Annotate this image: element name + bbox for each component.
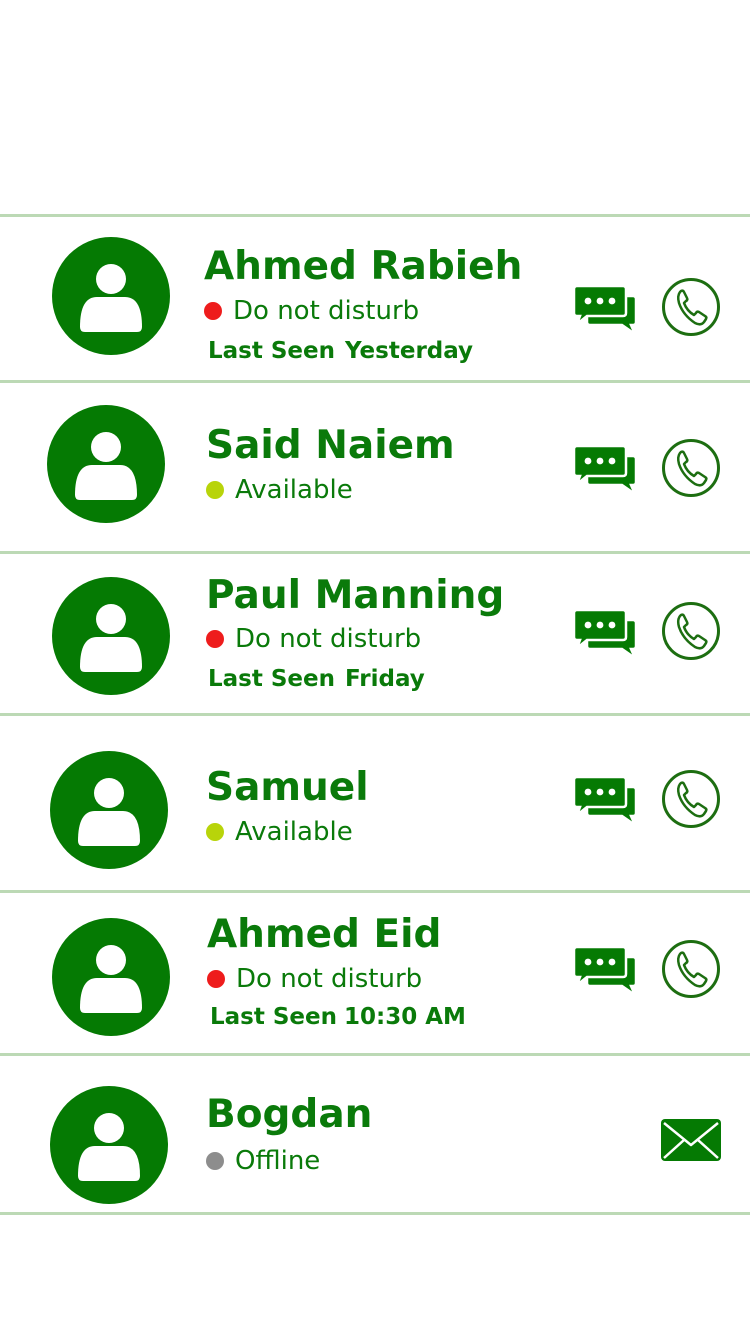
status-dot: [207, 970, 225, 988]
avatar: [52, 237, 170, 355]
phone-icon: [662, 439, 720, 497]
chat-icon: [573, 608, 637, 660]
status-text: Offline: [235, 1146, 321, 1176]
status-indicator: Do not disturb: [206, 626, 421, 652]
last-seen-label: Last Seen: [208, 338, 336, 364]
user-icon: [80, 264, 142, 332]
chat-button[interactable]: [573, 444, 637, 496]
chat-button[interactable]: [573, 608, 637, 660]
status-text: Available: [235, 817, 353, 847]
contact-name: Bogdan: [206, 1092, 373, 1137]
avatar: [52, 577, 170, 695]
status-dot: [206, 1152, 224, 1170]
contact-name: Ahmed Rabieh: [204, 244, 523, 289]
chat-icon: [573, 775, 637, 827]
contact-row-ahmed-eid[interactable]: Ahmed Eid Do not disturb Last Seen 10:30 …: [0, 893, 750, 1053]
contact-row-ahmed-rabieh[interactable]: Ahmed Rabieh Do not disturb Last Seen Yes…: [0, 217, 750, 380]
contact-name: Ahmed Eid: [207, 912, 442, 957]
status-indicator: Available: [206, 477, 353, 503]
chat-icon: [573, 945, 637, 997]
status-dot: [206, 481, 224, 499]
user-icon: [80, 604, 142, 672]
avatar: [50, 1086, 168, 1204]
status-text: Available: [235, 475, 353, 505]
status-text: Do not disturb: [235, 624, 422, 654]
status-dot: [204, 302, 222, 320]
chat-button[interactable]: [573, 284, 637, 336]
status-dot: [206, 630, 224, 648]
avatar: [47, 405, 165, 523]
chat-button[interactable]: [573, 775, 637, 827]
mail-button[interactable]: [660, 1118, 722, 1162]
user-icon: [78, 1113, 140, 1181]
last-seen-value: 10:30 AM: [344, 1004, 466, 1030]
last-seen: Last Seen 10:30 AM: [210, 1006, 466, 1029]
last-seen-label: Last Seen: [208, 666, 336, 692]
chat-button[interactable]: [573, 945, 637, 997]
status-indicator: Available: [206, 819, 353, 845]
phone-icon: [662, 940, 720, 998]
user-icon: [75, 432, 137, 500]
last-seen: Last Seen Yesterday: [208, 340, 473, 363]
contact-row-paul-manning[interactable]: Paul Manning Do not disturb Last Seen Fri…: [0, 554, 750, 713]
status-indicator: Do not disturb: [207, 966, 422, 992]
header-blank-area: [0, 0, 750, 214]
call-button[interactable]: [661, 601, 721, 661]
status-indicator: Offline: [206, 1148, 320, 1174]
user-icon: [78, 778, 140, 846]
contact-row-said-naiem[interactable]: Said Naiem Available: [0, 383, 750, 551]
mail-icon: [661, 1119, 721, 1161]
last-seen-value: Yesterday: [345, 338, 474, 364]
last-seen-value: Friday: [345, 666, 425, 692]
contact-row-samuel[interactable]: Samuel Available: [0, 716, 750, 890]
avatar: [52, 918, 170, 1036]
last-seen-label: Last Seen: [210, 1004, 338, 1030]
phone-icon: [662, 278, 720, 336]
call-button[interactable]: [661, 438, 721, 498]
status-text: Do not disturb: [233, 296, 420, 326]
status-indicator: Do not disturb: [204, 298, 419, 324]
chat-icon: [573, 444, 637, 496]
phone-icon: [662, 770, 720, 828]
divider: [0, 1212, 750, 1215]
user-icon: [80, 945, 142, 1013]
contact-name: Paul Manning: [206, 573, 505, 618]
last-seen: Last Seen Friday: [208, 668, 425, 691]
contact-name: Said Naiem: [206, 423, 455, 468]
chat-icon: [573, 284, 637, 336]
call-button[interactable]: [661, 939, 721, 999]
phone-icon: [662, 602, 720, 660]
status-dot: [206, 823, 224, 841]
avatar: [50, 751, 168, 869]
call-button[interactable]: [661, 277, 721, 337]
call-button[interactable]: [661, 769, 721, 829]
status-text: Do not disturb: [236, 964, 423, 994]
contact-name: Samuel: [206, 765, 369, 810]
contact-row-bogdan[interactable]: Bogdan Offline: [0, 1056, 750, 1212]
